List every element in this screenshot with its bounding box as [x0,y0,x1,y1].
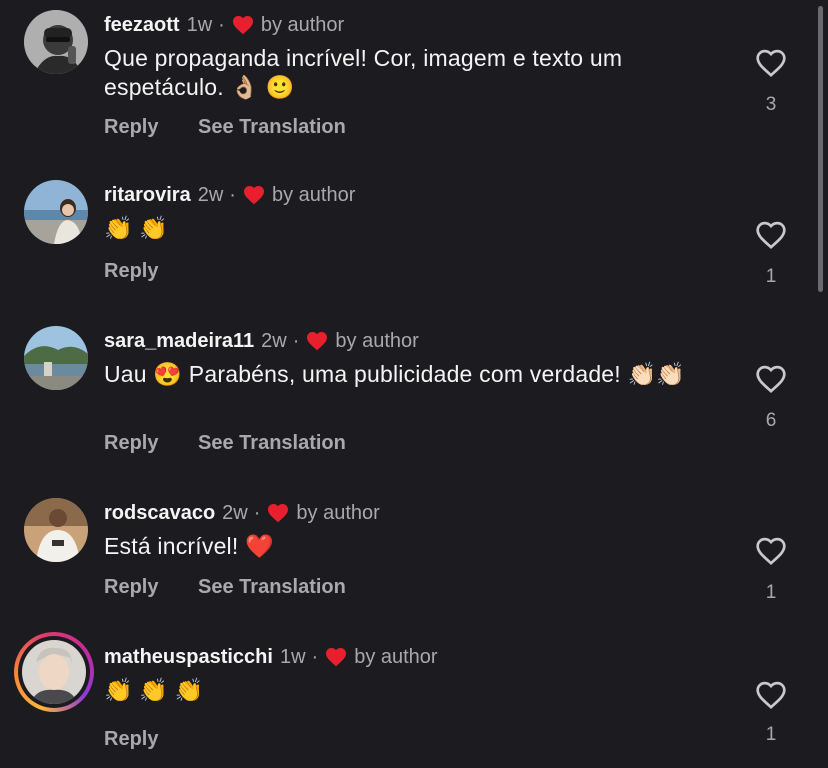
username[interactable]: sara_madeira11 [104,326,254,356]
comment-meta: sara_madeira11 2w · by author [104,326,419,356]
comment-actions: Reply [104,260,158,283]
timestamp: 2w [222,502,248,524]
avatar[interactable] [24,498,88,562]
author-heart-icon [243,186,264,205]
username[interactable]: ritarovira [104,180,191,210]
username[interactable]: rodscavaco [104,498,215,528]
comment-meta: feezaott 1w · by author [104,10,344,40]
avatar[interactable] [24,10,88,74]
reply-button[interactable]: Reply [104,116,158,139]
by-author-label: by author [260,14,345,36]
heart-outline-icon[interactable] [754,218,788,250]
heart-outline-icon[interactable] [754,678,788,710]
like-count: 1 [765,724,777,745]
like-count: 6 [765,410,777,431]
like-count: 1 [765,266,777,287]
separator-dot: · [229,184,236,206]
by-author-label: by author [296,502,380,524]
author-heart-icon [307,332,328,351]
comment-actions: Reply See Translation [104,576,346,599]
separator-dot: · [218,14,225,36]
see-translation-button[interactable]: See Translation [198,576,346,599]
author-heart-icon [326,648,347,667]
timestamp: 1w [186,14,213,36]
like-control: 3 [752,46,790,116]
username[interactable]: matheuspasticchi [104,642,273,672]
see-translation-button[interactable]: See Translation [198,432,346,455]
heart-outline-icon[interactable] [754,534,788,566]
comment-actions: Reply See Translation [104,432,346,455]
reply-button[interactable]: Reply [104,260,158,283]
comment-meta: ritarovira 2w · by author [104,180,355,210]
comment-actions: Reply See Translation [104,116,346,139]
comment-text: Que propaganda incrível! Cor, imagem e t… [104,45,623,100]
story-ring[interactable] [14,632,94,712]
timestamp: 2w [261,330,287,352]
like-control: 1 [752,218,790,288]
timestamp: 2w [197,184,224,206]
reply-button[interactable]: Reply [104,728,158,751]
reply-button[interactable]: Reply [104,432,158,455]
author-heart-icon [268,504,289,523]
by-author-label: by author [335,330,419,352]
comment-text: Está incrível! ❤️ [104,533,274,559]
comment-meta: rodscavaco 2w · by author [104,498,380,528]
by-author-label: by author [354,646,438,668]
comment-meta: matheuspasticchi 1w · by author [104,642,438,672]
comment-text: Uau 😍 Parabéns, uma publicidade com verd… [104,361,686,387]
avatar[interactable] [24,180,88,244]
author-heart-icon [232,16,253,35]
separator-dot: · [311,646,319,668]
heart-outline-icon[interactable] [754,362,788,394]
like-control: 1 [752,678,790,746]
avatar[interactable] [24,326,88,390]
username[interactable]: feezaott [104,10,180,40]
timestamp: 1w [279,646,306,668]
like-count: 1 [765,582,777,603]
reply-button[interactable]: Reply [104,576,158,599]
comment-actions: Reply [104,728,158,751]
heart-outline-icon[interactable] [754,46,788,78]
see-translation-button[interactable]: See Translation [198,116,346,139]
comment-text: 👏 👏 [104,215,169,241]
by-author-label: by author [271,184,356,206]
like-control: 1 [752,534,790,604]
separator-dot: · [292,330,300,352]
separator-dot: · [253,502,261,524]
comment-text: 👏 👏 👏 [104,677,204,703]
like-count: 3 [765,94,777,115]
scrollbar[interactable] [818,6,823,292]
avatar[interactable] [22,640,86,704]
like-control: 6 [752,362,790,432]
